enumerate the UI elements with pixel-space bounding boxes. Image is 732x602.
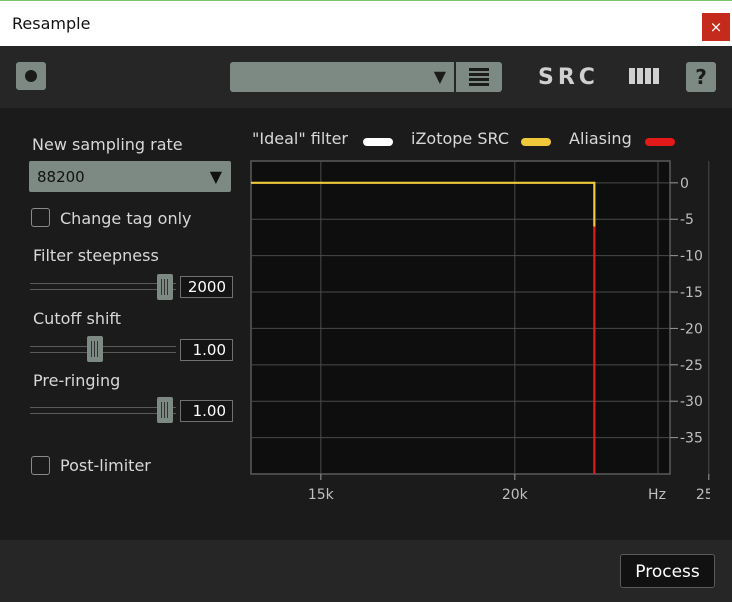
logo-bar-icon bbox=[629, 68, 635, 84]
legend-aliasing-swatch bbox=[645, 138, 675, 146]
y-tick-label: -20 bbox=[680, 321, 703, 337]
record-icon bbox=[25, 70, 37, 82]
rate-value: 88200 bbox=[37, 168, 85, 186]
x-unit-label: Hz bbox=[648, 487, 666, 503]
preset-menu-button[interactable] bbox=[456, 62, 502, 92]
plot-area bbox=[250, 160, 671, 475]
legend-aliasing-label: Aliasing bbox=[569, 129, 632, 148]
y-tick-label: 0 bbox=[680, 176, 689, 192]
record-button[interactable] bbox=[16, 62, 46, 90]
cutoff-label: Cutoff shift bbox=[33, 309, 122, 328]
dropdown-arrow-icon: ▼ bbox=[209, 167, 222, 186]
preringing-slider-thumb[interactable] bbox=[157, 397, 174, 423]
y-tick-label: -5 bbox=[680, 212, 694, 228]
change-tag-label: Change tag only bbox=[60, 209, 192, 228]
process-button[interactable]: Process bbox=[620, 554, 715, 588]
window-title: Resample bbox=[12, 14, 91, 33]
list-icon bbox=[469, 68, 489, 86]
steepness-slider-track[interactable] bbox=[30, 283, 176, 290]
toolbar: ▼ SRC ? bbox=[0, 46, 732, 108]
steepness-value[interactable]: 2000 bbox=[180, 276, 233, 298]
bottom-bar: Process bbox=[0, 540, 732, 602]
change-tag-checkbox[interactable] bbox=[31, 208, 50, 227]
help-button[interactable]: ? bbox=[686, 62, 716, 92]
x-tick-label: 25k bbox=[696, 487, 710, 503]
logo-text: SRC bbox=[538, 65, 599, 87]
legend-ideal-swatch bbox=[363, 138, 393, 146]
close-button[interactable]: × bbox=[702, 13, 730, 41]
steepness-label: Filter steepness bbox=[33, 246, 159, 265]
preringing-value[interactable]: 1.00 bbox=[180, 400, 233, 422]
src-logo: SRC bbox=[538, 65, 659, 87]
y-tick-label: -35 bbox=[680, 431, 703, 447]
y-tick-label: -10 bbox=[680, 249, 703, 265]
logo-bar-icon bbox=[653, 68, 659, 84]
dropdown-arrow-icon: ▼ bbox=[433, 67, 446, 86]
x-tick-label: 20k bbox=[502, 487, 529, 503]
steepness-slider-thumb[interactable] bbox=[157, 274, 174, 300]
legend-src-swatch bbox=[521, 138, 551, 146]
legend-src-label: iZotope SRC bbox=[411, 129, 509, 148]
sampling-rate-select[interactable]: 88200 ▼ bbox=[29, 161, 231, 192]
legend-ideal-label: "Ideal" filter bbox=[252, 129, 348, 148]
y-tick-label: -25 bbox=[680, 358, 703, 374]
main-panel: New sampling rate 88200 ▼ Change tag onl… bbox=[0, 108, 732, 540]
y-tick-label: -30 bbox=[680, 394, 703, 410]
cutoff-slider-thumb[interactable] bbox=[87, 336, 104, 362]
preringing-slider-track[interactable] bbox=[30, 407, 176, 414]
preringing-label: Pre-ringing bbox=[33, 371, 121, 390]
post-limiter-checkbox[interactable] bbox=[31, 456, 50, 475]
title-bar: Resample × bbox=[0, 0, 732, 46]
y-tick-label: -15 bbox=[680, 285, 703, 301]
frequency-response-chart: 0-5-10-15-20-25-30-35dB15k20k25kHz bbox=[250, 160, 710, 503]
x-tick-label: 15k bbox=[308, 487, 335, 503]
rate-label: New sampling rate bbox=[32, 135, 183, 154]
cutoff-value[interactable]: 1.00 bbox=[180, 339, 233, 361]
logo-bar-icon bbox=[637, 68, 643, 84]
post-limiter-label: Post-limiter bbox=[60, 456, 151, 475]
preset-select[interactable]: ▼ bbox=[230, 62, 454, 92]
logo-bar-icon bbox=[645, 68, 651, 84]
